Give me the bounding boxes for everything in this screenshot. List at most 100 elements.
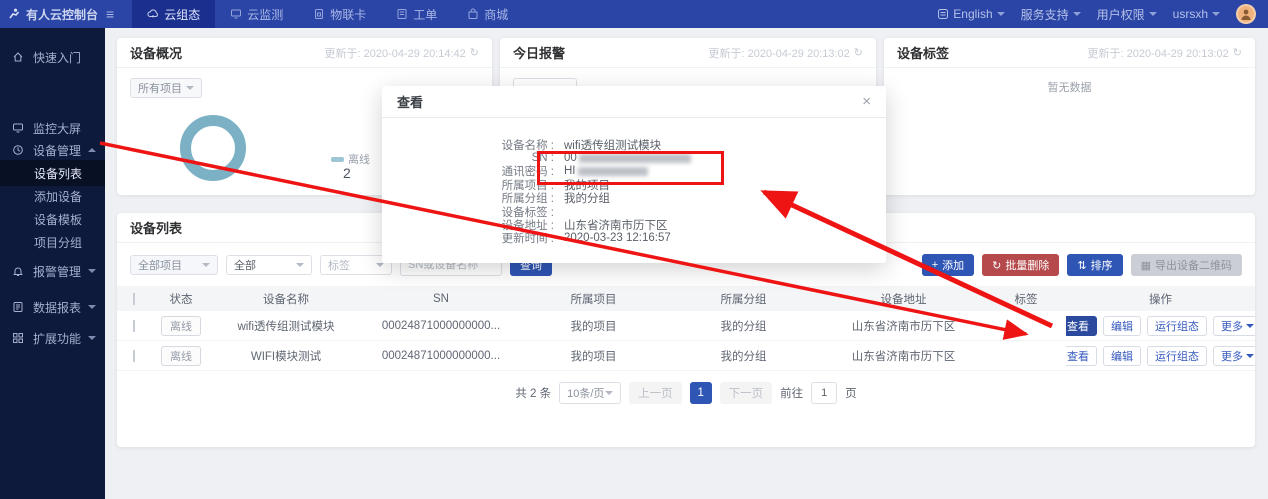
- add-device-button[interactable]: + 添加: [922, 254, 974, 276]
- annotation-highlight-box: [537, 151, 724, 185]
- run-label: 运行组态: [1155, 318, 1199, 334]
- sidebar-item-alarm-management[interactable]: 报警管理: [0, 258, 105, 284]
- run-scada-button[interactable]: 运行组态: [1147, 316, 1207, 336]
- offline-donut-chart: [180, 115, 246, 181]
- sidebar-subitem-label: 设备模板: [34, 211, 82, 228]
- modal-title: 查看: [397, 92, 423, 111]
- user-permission-dropdown[interactable]: 用户权限: [1097, 6, 1157, 23]
- tab-label: 云监测: [247, 6, 283, 23]
- legend-label: 离线: [348, 151, 370, 167]
- sort-icon: ⇅: [1077, 259, 1086, 272]
- filter-project-value: 全部项目: [138, 257, 182, 273]
- filter-project-dropdown[interactable]: 全部项目: [130, 255, 218, 275]
- empty-placeholder: 暂无数据: [884, 68, 1255, 95]
- refresh-icon[interactable]: ↻: [1233, 46, 1242, 59]
- export-qr-button[interactable]: ▦ 导出设备二维码: [1131, 254, 1242, 276]
- status-badge: 离线: [161, 316, 201, 336]
- tab-work-order[interactable]: 工单: [381, 0, 452, 28]
- device-sn: 00024871000000000...: [361, 320, 521, 332]
- card-title: 今日报警: [513, 43, 565, 62]
- current-page-button[interactable]: 1: [690, 382, 712, 404]
- qr-code-icon: ▦: [1141, 259, 1151, 272]
- pagination: 共 2 条 10条/页 上一页 1 下一页 前往 页: [117, 382, 1255, 404]
- view-label: 查看: [1067, 318, 1089, 334]
- nav-right: English 服务支持 用户权限 usrsxh: [937, 4, 1268, 24]
- batch-delete-button[interactable]: ↻ 批量删除: [982, 254, 1059, 276]
- sort-button-label: 排序: [1091, 257, 1113, 273]
- goto-suffix: 页: [845, 385, 857, 401]
- edit-button[interactable]: 编辑: [1103, 346, 1141, 366]
- hamburger-menu-icon[interactable]: ≡: [106, 6, 114, 22]
- prev-page-button[interactable]: 上一页: [629, 382, 682, 404]
- run-scada-button[interactable]: 运行组态: [1147, 346, 1207, 366]
- edit-label: 编辑: [1111, 348, 1133, 364]
- table-row: 离线 wifi透传组测试模块 00024871000000000... 我的项目…: [117, 311, 1255, 341]
- filter-status-value: 全部: [234, 257, 256, 273]
- page-size-dropdown[interactable]: 10条/页: [559, 382, 621, 404]
- cloud-icon: [147, 8, 159, 20]
- updated-at: 更新于: 2020-04-29 20:13:02: [709, 45, 850, 61]
- user-avatar[interactable]: [1236, 4, 1256, 24]
- field-device-name: 设备名称 : wifi透传组测试模块: [382, 138, 886, 151]
- updated-at: 更新于: 2020-04-29 20:13:02: [1088, 45, 1229, 61]
- sidebar-item-quick-start[interactable]: 快速入门: [0, 44, 105, 70]
- field-value: 山东省济南市历下区: [564, 217, 668, 233]
- card-title: 设备列表: [130, 218, 182, 237]
- tab-cloud-scada[interactable]: 云组态: [132, 0, 215, 28]
- sidebar-item-extensions[interactable]: 扩展功能: [0, 325, 105, 351]
- edit-button[interactable]: 编辑: [1103, 316, 1141, 336]
- close-icon[interactable]: ×: [862, 94, 871, 109]
- project-filter-dropdown[interactable]: 所有项目: [130, 78, 202, 98]
- more-button[interactable]: 更多: [1213, 316, 1255, 336]
- total-count: 共 2 条: [515, 385, 551, 401]
- sidebar: 快速入门 监控大屏 设备管理 设备列表 添加设备 设备模板 项目分组 报警管理 …: [0, 28, 105, 499]
- sidebar-subitem-label: 项目分组: [34, 234, 82, 251]
- tab-cloud-monitor[interactable]: 云监测: [215, 0, 298, 28]
- chevron-down-icon: [202, 263, 210, 271]
- chevron-down-icon: [605, 391, 613, 399]
- sort-button[interactable]: ⇅ 排序: [1067, 254, 1122, 276]
- row-checkbox[interactable]: [133, 320, 135, 332]
- sim-card-icon: [313, 8, 325, 20]
- updated-at: 更新于: 2020-04-29 20:14:42: [325, 45, 466, 61]
- row-checkbox[interactable]: [133, 350, 135, 362]
- goto-page-input[interactable]: [811, 382, 837, 404]
- legend-swatch: [331, 157, 344, 162]
- device-group: 我的分组: [666, 318, 821, 334]
- col-group: 所属分组: [666, 291, 821, 307]
- brand: 有人云控制台 ≡: [0, 6, 124, 23]
- view-button[interactable]: 查看: [1066, 346, 1097, 366]
- view-label: 查看: [1067, 348, 1089, 364]
- refresh-icon[interactable]: ↻: [854, 46, 863, 59]
- next-page-button[interactable]: 下一页: [720, 382, 773, 404]
- language-label: English: [953, 7, 992, 21]
- device-address: 山东省济南市历下区: [821, 318, 986, 334]
- service-support-dropdown[interactable]: 服务支持: [1021, 6, 1081, 23]
- goto-prefix: 前往: [780, 385, 803, 401]
- chevron-down-icon: [88, 336, 96, 344]
- device-address: 山东省济南市历下区: [821, 348, 986, 364]
- select-all-checkbox[interactable]: [133, 293, 135, 305]
- language-dropdown[interactable]: English: [937, 7, 1004, 21]
- device-tag-card: 设备标签 更新于: 2020-04-29 20:13:02 ↻ 暂无数据: [884, 38, 1255, 195]
- device-icon: [12, 144, 24, 156]
- card-title: 设备标签: [897, 43, 949, 62]
- apps-grid-icon: [12, 332, 24, 344]
- home-icon: [12, 51, 24, 63]
- refresh-icon[interactable]: ↻: [470, 46, 479, 59]
- filter-status-dropdown[interactable]: 全部: [226, 255, 312, 275]
- usr-logo-icon: [8, 8, 20, 20]
- sidebar-item-project-group[interactable]: 项目分组: [0, 229, 105, 255]
- sidebar-item-data-report[interactable]: 数据报表: [0, 294, 105, 320]
- tab-mall[interactable]: 商城: [452, 0, 523, 28]
- tab-iot-card[interactable]: 物联卡: [298, 0, 381, 28]
- sidebar-item-label: 设备管理: [33, 142, 81, 159]
- chevron-down-icon: [88, 269, 96, 277]
- status-badge: 离线: [161, 346, 201, 366]
- filter-tag-placeholder: 标签: [328, 257, 350, 273]
- chevron-down-icon: [1212, 12, 1220, 20]
- view-button[interactable]: 查看: [1066, 316, 1097, 336]
- tab-label: 工单: [413, 6, 437, 23]
- username-dropdown[interactable]: usrsxh: [1173, 7, 1220, 21]
- more-button[interactable]: 更多: [1213, 346, 1255, 366]
